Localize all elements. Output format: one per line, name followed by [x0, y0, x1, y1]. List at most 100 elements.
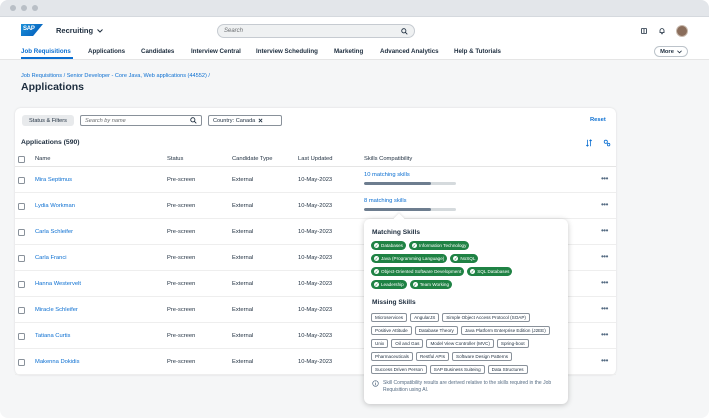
matching-skill-label: SQL Databases — [477, 269, 510, 274]
country-token-label: Country: Canada — [213, 117, 256, 124]
window-dot-close[interactable] — [10, 5, 16, 11]
missing-skills-row: Microservices AngularJS Simple Object Acce… — [371, 313, 530, 322]
nav-applications[interactable]: Applications — [88, 48, 125, 55]
more-button[interactable]: More — [654, 46, 688, 57]
row-checkbox[interactable] — [18, 255, 25, 262]
table-row[interactable]: Mira Septimus Pre-screen External 10-May-20… — [15, 167, 616, 193]
app-switcher[interactable]: Recruiting — [56, 26, 103, 35]
skills-popover: Matching Skills ✓ Databases ✓ Information T… — [364, 213, 568, 404]
row-checkbox[interactable] — [18, 229, 25, 236]
row-checkbox[interactable] — [18, 359, 25, 366]
missing-skills-row: Unix Oil and Gas Model View Controller (MV… — [371, 339, 529, 348]
cell-name[interactable]: Miracle Schleifer — [35, 307, 78, 313]
row-actions-icon[interactable]: ••• — [601, 174, 608, 183]
cell-last-updated: 10-May-2023 — [298, 307, 333, 313]
cell-name[interactable]: Lydia Workman — [35, 203, 75, 209]
cell-last-updated: 10-May-2023 — [298, 281, 333, 287]
nav-candidates[interactable]: Candidates — [141, 48, 174, 55]
settings-icon[interactable] — [603, 139, 611, 147]
cell-status: Pre-screen — [167, 333, 196, 339]
missing-skill-chip: Pharmaceuticals — [371, 352, 413, 361]
skills-match-link[interactable]: 8 matching skills — [364, 198, 407, 204]
chevron-down-icon — [97, 28, 103, 33]
matching-skill-label: Information Technology — [418, 243, 467, 248]
select-all-checkbox[interactable] — [18, 156, 25, 163]
matching-skill-label: Leadership — [381, 282, 404, 287]
nav-marketing[interactable]: Marketing — [334, 48, 363, 55]
cell-name[interactable]: Makenna Dokidis — [35, 359, 79, 365]
nav-advanced-analytics[interactable]: Advanced Analytics — [380, 48, 439, 55]
info-icon — [372, 380, 379, 387]
status-filters-button[interactable]: Status & Filters — [22, 115, 74, 126]
reset-button[interactable]: Reset — [590, 117, 606, 123]
nav-help-tutorials[interactable]: Help & Tutorials — [454, 48, 501, 55]
search-icon[interactable] — [401, 27, 408, 35]
missing-skill-chip: Unix — [371, 339, 389, 348]
row-actions-icon[interactable]: ••• — [601, 226, 608, 235]
column-header-candidate-type[interactable]: Candidate Type — [232, 156, 273, 162]
global-search-input[interactable]: Search — [217, 24, 415, 38]
missing-skill-chip: Microservices — [371, 313, 408, 322]
row-actions-icon[interactable]: ••• — [601, 252, 608, 261]
column-header-last-updated[interactable]: Last Updated — [298, 156, 332, 162]
cell-status: Pre-screen — [167, 255, 196, 261]
search-icon[interactable] — [190, 117, 197, 124]
cell-status: Pre-screen — [167, 281, 196, 287]
table-header: Name Status Candidate Type Last Updated … — [15, 153, 616, 167]
missing-skills-row: Success Driven Person SAP Business Suitei… — [371, 365, 528, 374]
cell-name[interactable]: Carla Schleifer — [35, 229, 73, 235]
cell-candidate-type: External — [232, 203, 254, 209]
matching-skill-chip: ✓ NoSQL — [450, 254, 479, 263]
cell-name[interactable]: Hanna Westervelt — [35, 281, 81, 287]
column-header-status[interactable]: Status — [167, 156, 183, 162]
cell-candidate-type: External — [232, 359, 254, 365]
search-placeholder: Search — [224, 28, 244, 34]
breadcrumb[interactable]: Job Requisitions / Senior Developer - Co… — [21, 73, 210, 79]
cell-status: Pre-screen — [167, 177, 196, 183]
missing-skill-chip: AngularJS — [410, 313, 440, 322]
check-icon: ✓ — [411, 243, 417, 248]
row-checkbox[interactable] — [18, 281, 25, 288]
column-header-skills[interactable]: Skills Compatibility — [364, 156, 412, 162]
row-checkbox[interactable] — [18, 333, 25, 340]
nav-interview-scheduling[interactable]: Interview Scheduling — [256, 48, 318, 55]
window-dot-maximize[interactable] — [32, 5, 38, 11]
user-avatar[interactable] — [676, 25, 688, 37]
close-icon[interactable] — [258, 118, 263, 123]
country-filter-token[interactable]: Country: Canada — [208, 115, 282, 126]
missing-skill-chip: Software Design Patterns — [452, 352, 513, 361]
cell-last-updated: 10-May-2023 — [298, 255, 333, 261]
cell-last-updated: 10-May-2023 — [298, 333, 333, 339]
window-dot-minimize[interactable] — [21, 5, 27, 11]
table-row[interactable]: Lydia Workman Pre-screen External 10-May-20… — [15, 193, 616, 219]
check-icon: ✓ — [374, 282, 379, 287]
name-search-input[interactable]: Search by name — [80, 115, 202, 126]
bell-icon[interactable] — [658, 27, 666, 35]
active-tab-indicator — [21, 57, 73, 59]
row-checkbox[interactable] — [18, 307, 25, 314]
row-actions-icon[interactable]: ••• — [601, 304, 608, 313]
sort-icon[interactable] — [585, 139, 593, 147]
row-actions-icon[interactable]: ••• — [601, 330, 608, 339]
row-actions-icon[interactable]: ••• — [601, 200, 608, 209]
cell-candidate-type: External — [232, 229, 254, 235]
column-header-name[interactable]: Name — [35, 156, 50, 162]
skills-match-link[interactable]: 10 matching skills — [364, 172, 410, 178]
cell-status: Pre-screen — [167, 307, 196, 313]
cell-name[interactable]: Tatiana Curtis — [35, 333, 70, 339]
missing-skill-chip: Model View Controller (MVC) — [426, 339, 494, 348]
cell-name[interactable]: Carla Franci — [35, 255, 67, 261]
name-search-placeholder: Search by name — [85, 117, 126, 124]
copilot-icon[interactable] — [640, 27, 648, 35]
row-checkbox[interactable] — [18, 203, 25, 210]
row-actions-icon[interactable]: ••• — [601, 278, 608, 287]
cell-name[interactable]: Mira Septimus — [35, 177, 72, 183]
matching-skill-chip: ✓ Information Technology — [408, 241, 470, 250]
check-icon: ✓ — [453, 256, 459, 261]
row-checkbox[interactable] — [18, 177, 25, 184]
nav-job-requisitions[interactable]: Job Requisitions — [21, 48, 71, 55]
skills-compatibility-bar — [364, 208, 456, 211]
row-actions-icon[interactable]: ••• — [601, 356, 608, 365]
sap-logo[interactable]: SAP — [21, 24, 43, 36]
nav-interview-central[interactable]: Interview Central — [191, 48, 241, 55]
